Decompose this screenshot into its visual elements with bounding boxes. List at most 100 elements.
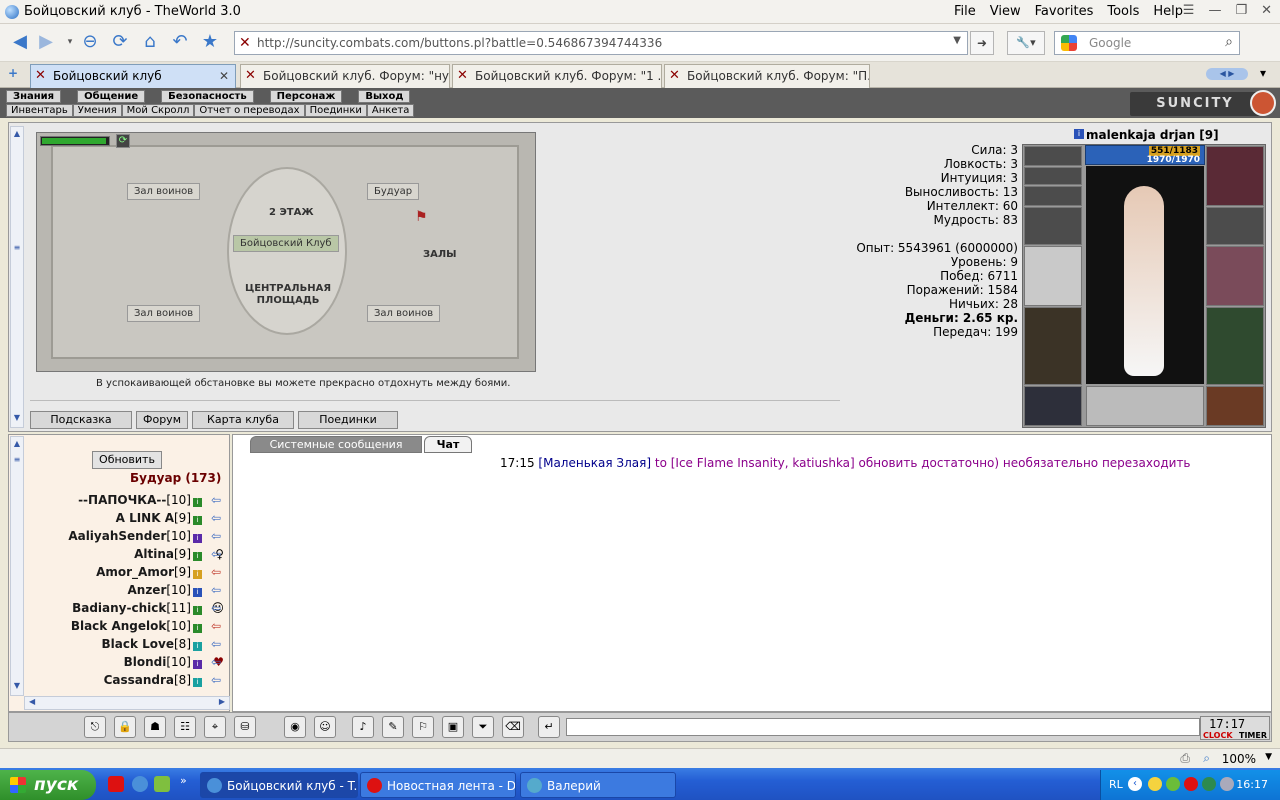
forum-button[interactable]: Форум bbox=[136, 411, 188, 429]
options-icon[interactable]: ☰ bbox=[1183, 3, 1195, 18]
address-url[interactable]: http://suncity.combats.com/buttons.pl?ba… bbox=[257, 36, 662, 50]
tab-scroll-icon[interactable]: ◀ ▶ bbox=[1206, 68, 1248, 80]
scroll-up-icon[interactable]: ▲ bbox=[12, 129, 22, 141]
nav-communication[interactable]: Общение bbox=[77, 90, 146, 103]
user-list-item[interactable]: Altina[9] i ♀ ⇦ bbox=[24, 545, 228, 563]
private-icon[interactable]: ✎ bbox=[382, 716, 404, 738]
app-quicklaunch-icon[interactable] bbox=[154, 776, 170, 792]
user-name[interactable]: Cassandra bbox=[104, 673, 174, 687]
user-list-item[interactable]: AaliyahSender[10] i ⇦ bbox=[24, 527, 228, 545]
scroll-down-icon[interactable]: ▼ bbox=[12, 413, 22, 425]
tab-3[interactable]: ✕ Бойцовский клуб. Форум: "1 ... bbox=[452, 64, 662, 88]
menu-tools[interactable]: Tools bbox=[1107, 4, 1139, 19]
slot-gloves-right[interactable] bbox=[1206, 207, 1264, 245]
map-hall-warriors-3[interactable]: Зал воинов bbox=[367, 305, 441, 322]
private-message-icon[interactable]: ⇦ bbox=[206, 565, 226, 579]
tab-system-messages[interactable]: Системные сообщения bbox=[250, 436, 422, 453]
user-name[interactable]: Amor_Amor bbox=[96, 565, 174, 579]
smiley-icon[interactable]: ☺ bbox=[314, 716, 336, 738]
user-list-item[interactable]: Blondi[10] i ♥ ⇦ bbox=[24, 653, 228, 671]
slot-rings[interactable] bbox=[1024, 186, 1082, 206]
chat-input[interactable] bbox=[566, 718, 1200, 736]
private-message-icon[interactable]: ⇦ bbox=[206, 493, 226, 507]
refresh-list-button[interactable]: Обновить bbox=[92, 451, 162, 469]
slot-armor[interactable] bbox=[1206, 307, 1264, 385]
user-info-icon[interactable]: i bbox=[193, 534, 202, 543]
tray-volume-icon[interactable] bbox=[1220, 777, 1234, 791]
user-list-item[interactable]: Cassandra[8] i ⇦ bbox=[24, 671, 228, 689]
search-input[interactable]: Google bbox=[1089, 36, 1131, 50]
task-chat[interactable]: Валерий bbox=[520, 772, 676, 798]
lock-icon[interactable]: 🔒 bbox=[114, 716, 136, 738]
helmet-icon[interactable]: ☗ bbox=[144, 716, 166, 738]
nav-profile[interactable]: Анкета bbox=[366, 104, 415, 117]
user-list-item[interactable]: A LINK A[9] i ⇦ bbox=[24, 509, 228, 527]
scroll-right-icon[interactable]: ▶ bbox=[219, 697, 225, 706]
user-info-icon[interactable]: i bbox=[193, 660, 202, 669]
user-list-item[interactable]: Anzer[10] i ⇦ bbox=[24, 581, 228, 599]
close-icon[interactable]: ✕ bbox=[1261, 3, 1272, 18]
save-icon[interactable]: ▣ bbox=[442, 716, 464, 738]
tray-opera-icon[interactable] bbox=[1184, 777, 1198, 791]
slot-boots[interactable] bbox=[1024, 386, 1082, 426]
club-map-button[interactable]: Карта клуба bbox=[192, 411, 294, 429]
tab-2[interactable]: ✕ Бойцовский клуб. Форум: "ну... bbox=[240, 64, 450, 88]
menu-favorites[interactable]: Favorites bbox=[1035, 4, 1094, 19]
user-info-icon[interactable]: i bbox=[193, 498, 202, 507]
user-name[interactable]: Badiany-chick bbox=[72, 601, 166, 615]
back-icon[interactable]: ◀ bbox=[8, 30, 32, 54]
map-hall-warriors-2[interactable]: Зал воинов bbox=[127, 305, 201, 322]
nav-inventory[interactable]: Инвентарь bbox=[6, 104, 73, 117]
nav-character[interactable]: Персонаж bbox=[269, 90, 343, 103]
user-info-icon[interactable]: i bbox=[193, 516, 202, 525]
userlist-hscrollbar[interactable]: ◀ ▶ bbox=[24, 696, 230, 710]
bag-icon[interactable]: ⛁ bbox=[234, 716, 256, 738]
tab-chat[interactable]: Чат bbox=[424, 436, 472, 453]
user-info-icon[interactable]: i bbox=[193, 588, 202, 597]
tab-close-icon[interactable]: ✕ bbox=[219, 65, 229, 87]
quicklaunch-more-icon[interactable]: » bbox=[180, 774, 187, 787]
map-icon[interactable]: ⌖ bbox=[204, 716, 226, 738]
filter-icon[interactable]: ⏷ bbox=[472, 716, 494, 738]
user-name[interactable]: Black Angelok bbox=[71, 619, 167, 633]
user-name[interactable]: --ПАПОЧКА-- bbox=[78, 493, 166, 507]
new-tab-icon[interactable]: + bbox=[8, 66, 18, 80]
chat-nick[interactable]: [Маленькая Злая] bbox=[538, 456, 651, 470]
tray-app-icon[interactable] bbox=[1166, 777, 1180, 791]
language-indicator[interactable]: RL bbox=[1109, 778, 1123, 791]
tray-clock[interactable]: 16:17 bbox=[1236, 778, 1268, 791]
user-list-item[interactable]: --ПАПОЧКА--[10] i ⇦ bbox=[24, 491, 228, 509]
scroll-thumb-icon[interactable]: ≡ bbox=[12, 455, 22, 467]
camera-icon[interactable]: ◉ bbox=[284, 716, 306, 738]
private-message-icon[interactable]: ⇦ bbox=[206, 601, 226, 615]
map-hall-warriors-1[interactable]: Зал воинов bbox=[127, 183, 201, 200]
tray-arrow-icon[interactable]: ‹ bbox=[1128, 777, 1142, 791]
tab-1[interactable]: ✕ Бойцовский клуб ✕ bbox=[30, 64, 236, 88]
zoom-level[interactable]: 100% bbox=[1222, 752, 1256, 766]
eraser-icon[interactable]: ⌫ bbox=[502, 716, 524, 738]
user-name[interactable]: AaliyahSender bbox=[68, 529, 166, 543]
sound-icon[interactable]: ♪ bbox=[352, 716, 374, 738]
user-list-item[interactable]: Amor_Amor[9] i ⇦ bbox=[24, 563, 228, 581]
slot-helmet[interactable] bbox=[1024, 146, 1082, 166]
scroll-left-icon[interactable]: ◀ bbox=[29, 697, 35, 706]
user-list-item[interactable]: Black Angelok[10] i ⇦ bbox=[24, 617, 228, 635]
maximize-icon[interactable]: ❐ bbox=[1235, 3, 1247, 18]
hint-button[interactable]: Подсказка bbox=[30, 411, 132, 429]
zoom-dropdown-icon[interactable]: ▼ bbox=[1265, 752, 1272, 762]
private-message-icon[interactable]: ⇦ bbox=[206, 529, 226, 543]
private-message-icon[interactable]: ⇦ bbox=[206, 511, 226, 525]
private-message-icon[interactable]: ⇦ bbox=[206, 583, 226, 597]
nav-transfer-report[interactable]: Отчет о переводах bbox=[194, 104, 305, 117]
tab-4[interactable]: ✕ Бойцовский клуб. Форум: "П... bbox=[664, 64, 870, 88]
menu-file[interactable]: File bbox=[954, 4, 976, 19]
opera-quicklaunch-icon[interactable] bbox=[108, 776, 124, 792]
slot-wreath[interactable] bbox=[1206, 146, 1264, 206]
search-box[interactable]: Google ⌕ bbox=[1054, 31, 1240, 55]
user-info-icon[interactable]: i bbox=[193, 606, 202, 615]
favorite-star-icon[interactable]: ★ bbox=[198, 30, 222, 54]
private-message-icon[interactable]: ⇦ bbox=[206, 547, 226, 561]
user-name[interactable]: Black Love bbox=[102, 637, 174, 651]
menu-view[interactable]: View bbox=[990, 4, 1021, 19]
slot-legs[interactable] bbox=[1024, 307, 1082, 385]
